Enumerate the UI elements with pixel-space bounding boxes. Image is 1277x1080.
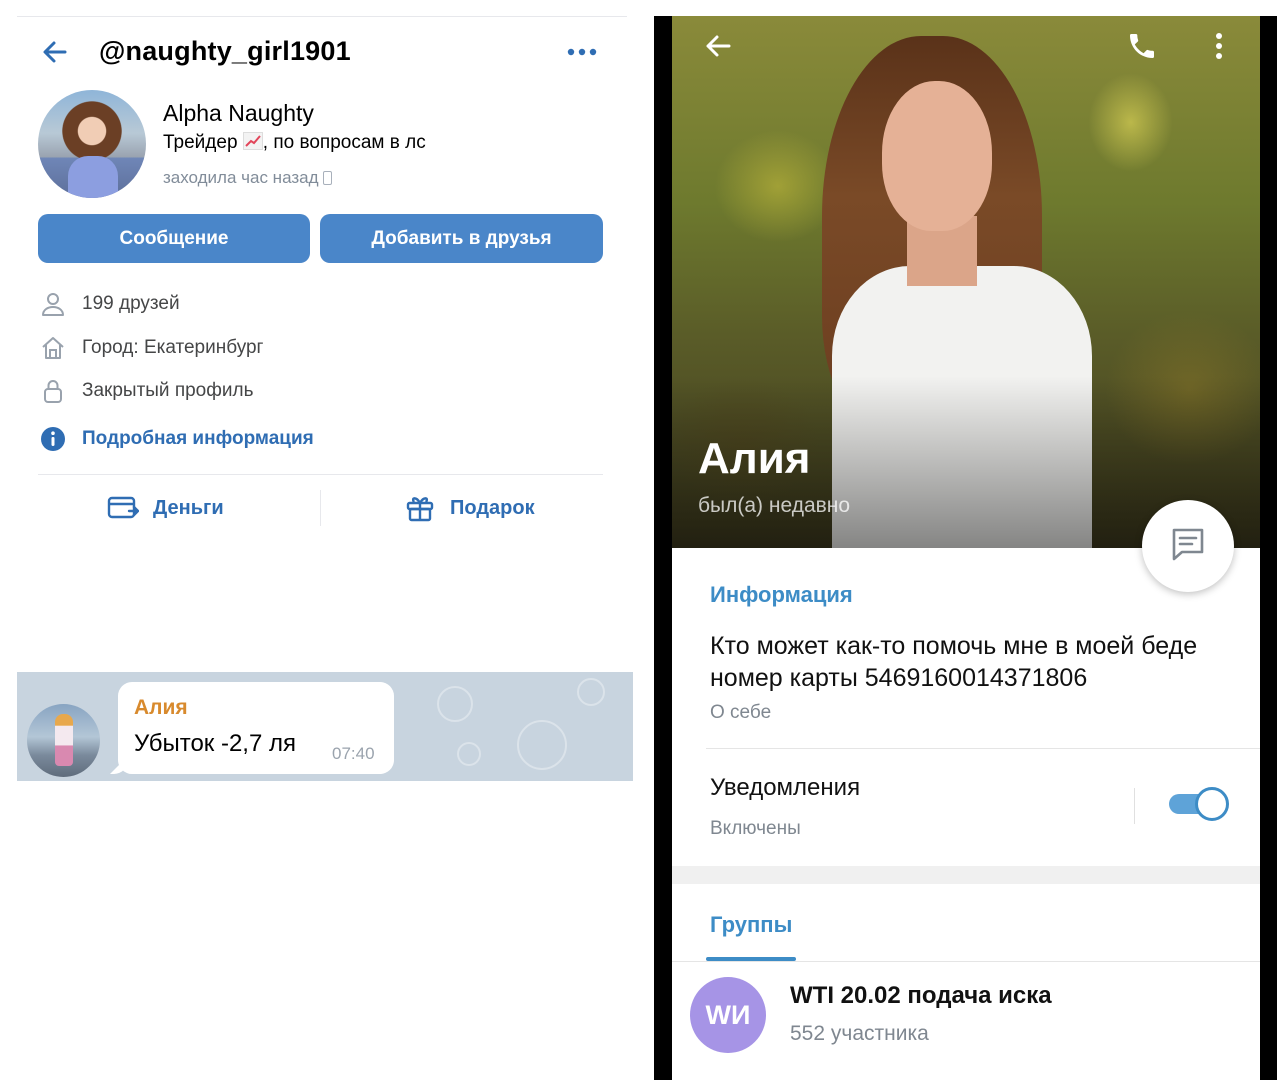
notifications-title[interactable]: Уведомления [710,774,860,802]
sender-name: Алия [134,696,188,719]
info-icon [38,424,68,454]
toggle-separator [1134,788,1135,824]
vk-profile-panel: @naughty_girl1901 Alpha Naughty Трейдер … [17,0,633,660]
person-icon [38,289,68,319]
section-separator [706,748,1260,749]
details-text: Подробная информация [82,428,314,449]
about-label: О себе [710,702,772,723]
lock-icon [38,376,68,406]
contact-last-seen: был(а) недавно [698,494,851,517]
group-members: 552 участника [790,1022,929,1045]
tab-divider [672,961,1260,962]
friends-count: 199 друзей [82,293,180,314]
add-friend-button[interactable]: Добавить в друзья [320,214,603,263]
about-text[interactable]: Кто может как-то помочь мне в моей беде … [710,630,1230,694]
last-seen-text: заходила час назад [163,168,319,187]
message-bubble[interactable]: Алия Убыток -2,7 ля 07:40 [110,682,394,774]
closed-profile-text: Закрытый профиль [82,380,254,401]
back-arrow-icon[interactable] [700,28,736,64]
closed-profile-row: Закрытый профиль [38,376,253,406]
tab-groups[interactable]: Группы [710,912,792,938]
message-icon [1168,524,1208,569]
message-fab[interactable] [1142,500,1234,592]
city-text: Город: Екатеринбург [82,337,264,358]
gift-icon [404,492,436,524]
friends-row[interactable]: 199 друзей [38,289,180,319]
background-doodle [437,686,473,722]
gift-label: Подарок [450,496,535,519]
info-section-title: Информация [710,582,853,607]
background-doodle [457,742,481,766]
money-button[interactable]: Деньги [107,492,224,524]
info-card: Информация Кто может как-то помочь мне в… [672,548,1260,1080]
group-name[interactable]: WTI 20.02 подача иска [790,982,1052,1010]
more-icon[interactable] [565,38,599,66]
chart-emoji-icon [242,132,263,150]
message-time: 07:40 [332,744,375,763]
actions-separator [320,490,321,526]
background-doodle [517,720,567,770]
home-icon [38,333,68,363]
chat-message-strip: Алия Убыток -2,7 ля 07:40 [17,672,633,781]
notifications-status: Включены [710,818,801,839]
money-label: Деньги [153,496,224,519]
status-text-before: Трейдер [163,132,243,153]
avatar[interactable] [38,90,146,198]
city-row: Город: Екатеринбург [38,333,263,363]
card-icon [107,492,139,524]
message-text: Убыток -2,7 ля [134,730,296,757]
profile-handle: @naughty_girl1901 [99,36,351,66]
sender-avatar[interactable] [27,704,100,777]
phone-icon [322,171,332,185]
top-divider [17,16,627,17]
profile-status: Трейдер , по вопросам в лс [163,132,426,154]
more-vertical-icon[interactable] [1204,28,1234,64]
last-seen: заходила час назад [163,168,332,188]
actions-divider [38,474,603,475]
back-arrow-icon[interactable] [39,36,71,68]
profile-name: Alpha Naughty [163,100,314,126]
telegram-profile-panel: Алия был(а) недавно Информация Кто может… [654,16,1277,1080]
status-text-after: , по вопросам в лс [262,132,426,153]
section-gap [672,866,1260,884]
phone-icon[interactable] [1124,28,1160,64]
details-link[interactable]: Подробная информация [38,424,314,454]
contact-name: Алия [698,434,811,483]
group-avatar[interactable]: WИ [690,977,766,1053]
background-doodle [577,678,605,706]
gift-button[interactable]: Подарок [404,492,535,524]
notifications-toggle[interactable] [1169,787,1229,821]
message-button[interactable]: Сообщение [38,214,310,263]
